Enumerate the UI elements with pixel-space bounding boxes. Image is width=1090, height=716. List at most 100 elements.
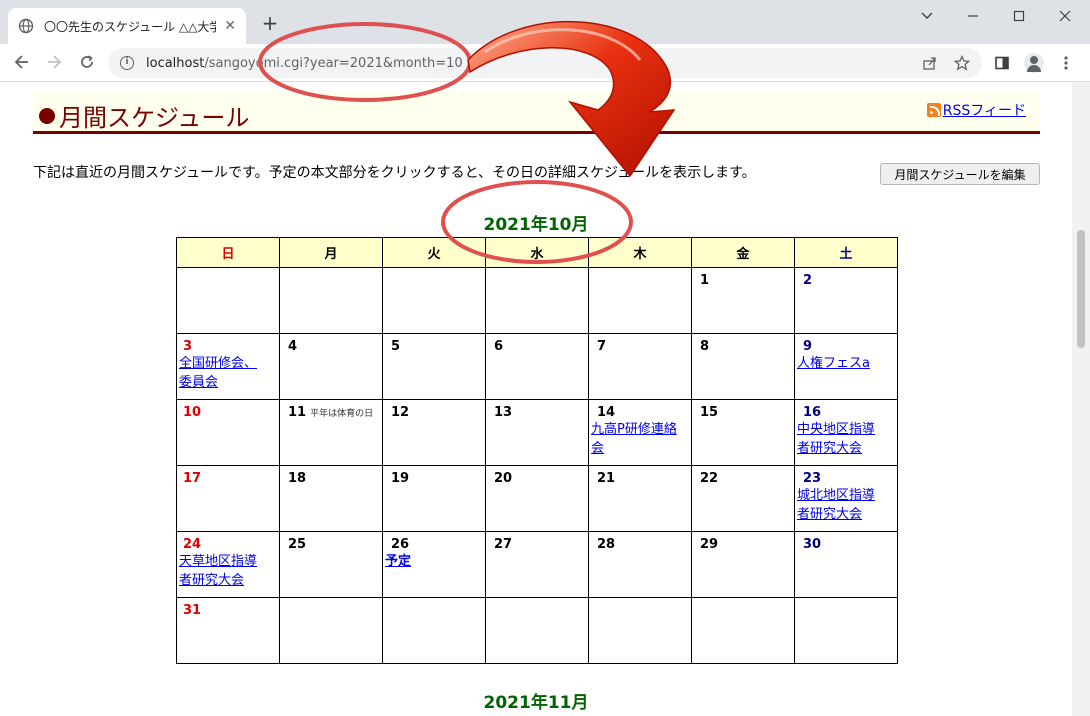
calendar-day-cell: 24 天草地区指導 者研究大会 [176,531,280,598]
forward-arrow-icon[interactable] [40,48,68,76]
day-number: 26 [391,537,410,552]
calendar-day-cell: 26 予定 [382,531,486,598]
weekday-header: 月 [279,237,383,268]
day-number: 3 [183,339,193,354]
calendar-day-cell [485,267,589,334]
day-number: 25 [288,537,307,552]
event-link[interactable]: 者研究大会 [797,439,895,458]
day-number: 2 [803,273,813,288]
tab-search-icon[interactable] [904,0,950,32]
page-content: 月間スケジュール RSSフィード 下記は直近の月間スケジュールです。予定の本文部… [0,82,1072,716]
minimize-icon[interactable] [950,0,996,32]
calendar-day-cell [485,597,589,664]
address-bar[interactable]: i localhost/sangoyomi.cgi?year=2021&mont… [108,48,982,78]
calendar-day-cell: 18 [279,465,383,532]
rss-label[interactable]: RSSフィード [943,100,1026,120]
day-number: 13 [494,405,513,420]
day-number: 27 [494,537,513,552]
calendar-day-cell: 22 [691,465,795,532]
day-number: 31 [183,603,202,618]
tab-strip: 〇〇先生のスケジュール △△大学☆ ✕ + [0,0,1090,44]
tab-close-icon[interactable]: ✕ [224,18,236,34]
day-number: 29 [700,537,719,552]
bookmark-star-icon[interactable] [953,54,971,75]
calendar-day-cell: 25 [279,531,383,598]
calendar-day-cell: 8 [691,333,795,400]
day-number: 23 [803,471,822,486]
day-number: 20 [494,471,513,486]
calendar-day-cell: 15 [691,399,795,466]
maximize-icon[interactable] [996,0,1042,32]
weekday-header: 金 [691,237,795,268]
event-link[interactable]: 会 [591,439,689,458]
more-menu-icon[interactable] [1052,49,1080,77]
day-number: 8 [700,339,710,354]
calendar-day-cell: 14 九高P研修連絡会 [588,399,692,466]
calendar-week-row: 10 11 平年は体育の日 12 13 14 九高P研修連絡会 15 16 中央地区指導 者研究大会 [176,399,898,466]
event-link[interactable]: 委員会 [179,373,277,392]
calendar-week-row: 12 [176,267,898,334]
weekday-header: 火 [382,237,486,268]
side-panel-icon[interactable] [988,49,1016,77]
tab-title: 〇〇先生のスケジュール △△大学☆ [44,19,216,34]
calendar-day-cell: 23 城北地区指導 者研究大会 [794,465,898,532]
event-link[interactable]: 中央地区指導 [797,420,895,439]
calendar-day-cell: 31 [176,597,280,664]
share-icon[interactable] [922,55,938,75]
new-tab-button[interactable]: + [258,12,282,36]
calendar-day-cell: 2 [794,267,898,334]
calendar-day-cell: 5 [382,333,486,400]
calendar-table: 日月火水木金土 1 2 3 全国研修会、 委員会 4 5 6 7 8 9 人権フェスa 10 11 平年は体… [176,237,898,664]
back-arrow-icon[interactable] [8,48,36,76]
event-link[interactable]: 者研究大会 [179,571,277,590]
rss-link[interactable]: RSSフィード [926,100,1026,120]
calendar-day-cell: 19 [382,465,486,532]
weekday-header: 水 [485,237,589,268]
calendar-day-cell: 6 [485,333,589,400]
profile-avatar-icon[interactable] [1020,49,1048,77]
vertical-scrollbar[interactable] [1072,82,1090,716]
calendar-day-cell: 17 [176,465,280,532]
weekday-header: 木 [588,237,692,268]
event-link[interactable]: 全国研修会、 [179,354,277,373]
calendar-week-row: 24 天草地区指導 者研究大会 25 26 予定 27 28 29 30 [176,531,898,598]
day-number: 19 [391,471,410,486]
day-number: 24 [183,537,202,552]
calendar-day-cell [382,267,486,334]
calendar-day-cell [588,597,692,664]
edit-schedule-button[interactable]: 月間スケジュールを編集 [880,163,1040,185]
calendar-day-cell [794,597,898,664]
calendar-day-cell: 29 [691,531,795,598]
event-link[interactable]: 予定 [385,552,483,571]
day-number: 30 [803,537,822,552]
reload-icon[interactable] [73,48,101,76]
window-close-icon[interactable] [1042,0,1088,32]
event-link[interactable]: 天草地区指導 [179,552,277,571]
day-number: 16 [803,405,822,420]
event-link[interactable]: 九高P研修連絡 [591,420,689,439]
event-link[interactable]: 城北地区指導 [797,486,895,505]
day-number: 5 [391,339,401,354]
event-link[interactable]: 人権フェスa [797,354,895,373]
day-number: 1 [700,273,710,288]
globe-icon [18,18,34,34]
month-title: 2021年10月 [483,215,589,235]
calendar-day-cell [176,267,280,334]
calendar-day-cell: 10 [176,399,280,466]
day-number: 22 [700,471,719,486]
calendar-week-row: 3 全国研修会、 委員会 4 5 6 7 8 9 人権フェスa [176,333,898,400]
scrollbar-thumb[interactable] [1077,230,1085,348]
weekday-header: 土 [794,237,898,268]
browser-tab[interactable]: 〇〇先生のスケジュール △△大学☆ ✕ [8,8,246,44]
day-number: 15 [700,405,719,420]
calendar-day-cell: 30 [794,531,898,598]
weekday-header: 日 [176,237,280,268]
calendar-day-cell: 7 [588,333,692,400]
day-number: 10 [183,405,202,420]
calendar-day-cell: 1 [691,267,795,334]
calendar-day-cell [279,267,383,334]
browser-toolbar: i localhost/sangoyomi.cgi?year=2021&mont… [0,44,1090,82]
event-link[interactable]: 者研究大会 [797,505,895,524]
calendar-week-row: 31 [176,597,898,664]
site-info-icon[interactable]: i [120,56,134,70]
